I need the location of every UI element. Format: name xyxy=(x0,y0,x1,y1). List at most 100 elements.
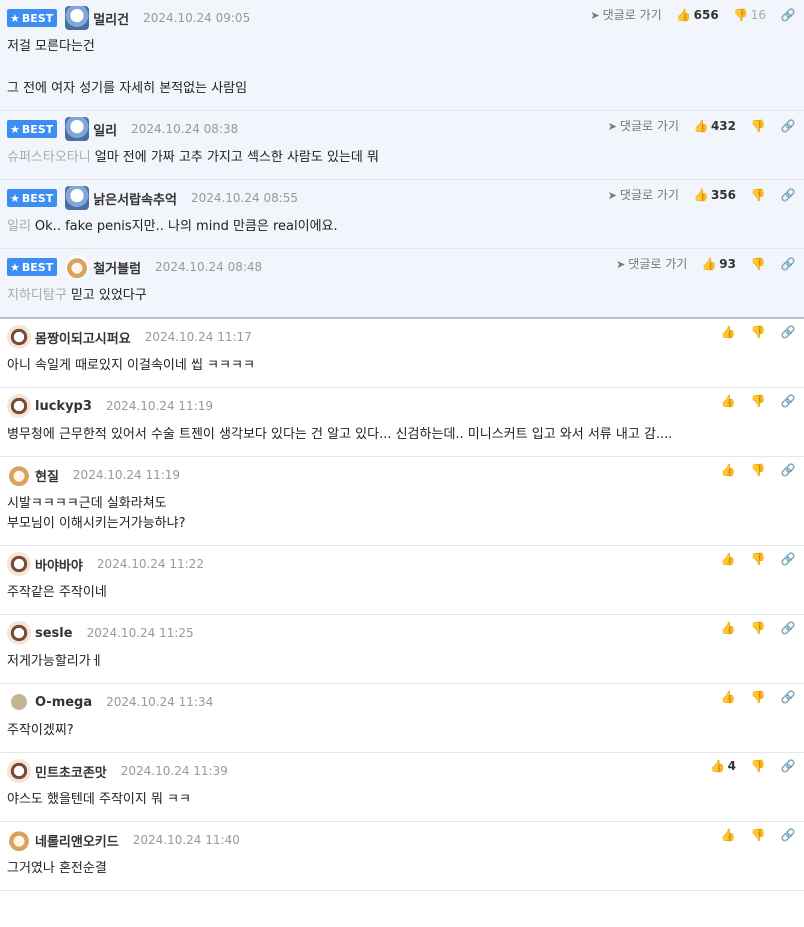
avatar[interactable] xyxy=(65,186,90,210)
thumbs-up-icon[interactable]: 👍 xyxy=(720,621,736,635)
nickname[interactable]: luckyp3 xyxy=(35,399,92,414)
link-icon[interactable]: 🔗 xyxy=(780,8,796,22)
thumbs-down-icon[interactable]: 👎 xyxy=(750,188,766,202)
reply-target[interactable]: 슈퍼스타오타니 xyxy=(7,150,91,165)
upvote-count: 4 xyxy=(727,759,736,773)
star-icon: ★ xyxy=(10,11,20,25)
link-icon[interactable]: 🔗 xyxy=(780,552,796,566)
comment-header: 바야바야 2024.10.24 11:22 xyxy=(7,552,796,576)
thumbs-up-icon[interactable]: 👍 xyxy=(701,257,717,271)
thumbs-up-icon[interactable]: 👍 xyxy=(693,188,709,202)
comment-body: 일리 Ok.. fake penis지만.. 나의 mind 만큼은 real이에… xyxy=(7,209,796,248)
avatar[interactable] xyxy=(7,759,31,783)
link-icon[interactable]: 🔗 xyxy=(780,119,796,133)
thumbs-down-icon[interactable]: 👎 xyxy=(750,463,766,477)
thumbs-up-icon[interactable]: 👍 xyxy=(720,690,736,704)
nickname[interactable]: 일리 xyxy=(93,120,117,139)
thumbs-down-icon[interactable]: 👎 xyxy=(750,257,766,271)
avatar[interactable] xyxy=(7,621,31,645)
comment-tools: 👍 👎 🔗 xyxy=(720,621,796,635)
nickname[interactable]: 현질 xyxy=(35,466,59,485)
nickname[interactable]: 멀리건 xyxy=(93,9,129,28)
nickname[interactable]: 철거블럼 xyxy=(93,258,141,277)
thumbs-up-icon[interactable]: 👍 xyxy=(720,552,736,566)
comment-tools: 👍 👎 🔗 xyxy=(720,828,796,842)
goto-comment-link[interactable]: ➤ 댓글로 가기 xyxy=(608,117,679,134)
thumbs-up-icon[interactable]: 👍 xyxy=(676,8,692,22)
comment: 현질 2024.10.24 11:19 👍 👎 🔗 시발ㅋㅋㅋㅋ근데 실화라쳐도 부모님이 … xyxy=(0,457,804,546)
thumbs-up-icon[interactable]: 👍 xyxy=(720,463,736,477)
thumbs-down-icon[interactable]: 👎 xyxy=(750,394,766,408)
link-icon[interactable]: 🔗 xyxy=(780,621,796,635)
comment-body: 시발ㅋㅋㅋㅋ근데 실화라쳐도 부모님이 이해시키는거가능하냐? xyxy=(7,486,796,545)
comment: sesle 2024.10.24 11:25 👍 👎 🔗 저게가능할리가ㅔ xyxy=(0,615,804,684)
avatar[interactable] xyxy=(7,394,31,418)
comment-text: 병무청에 근무한적 있어서 수술 트젠이 생각보다 있다는 건 알고 있다...… xyxy=(7,427,673,442)
nickname[interactable]: 네롤리앤오키드 xyxy=(35,831,119,850)
comment-tools: 👍 👎 🔗 xyxy=(720,463,796,477)
goto-comment-link[interactable]: ➤ 댓글로 가기 xyxy=(616,255,687,272)
comment-body: 야스도 했을텐데 주작이지 뭐 ㅋㅋ xyxy=(7,782,796,821)
comment-tools: ➤ 댓글로 가기 👍 356 👎 🔗 xyxy=(608,186,796,203)
link-icon[interactable]: 🔗 xyxy=(780,690,796,704)
goto-comment-link[interactable]: ➤ 댓글로 가기 xyxy=(590,6,661,23)
best-comment: ★ BEST 철거블럼 2024.10.24 08:48 ➤ 댓글로 가기 👍 93 👎 🔗 지하디… xyxy=(0,249,804,319)
thumbs-down-icon[interactable]: 👎 xyxy=(733,8,749,22)
thumbs-down-icon[interactable]: 👎 xyxy=(750,621,766,635)
comment-date: 2024.10.24 11:22 xyxy=(96,557,204,571)
comment-date: 2024.10.24 08:55 xyxy=(190,191,299,205)
link-icon[interactable]: 🔗 xyxy=(780,325,796,339)
comment: 몸짱이되고시퍼요 2024.10.24 11:17 👍 👎 🔗 아니 속일게 때로있지 이… xyxy=(0,319,804,388)
avatar[interactable] xyxy=(65,6,90,30)
comment-tools: 👍 👎 🔗 xyxy=(720,552,796,566)
nickname[interactable]: 낡은서랍속추억 xyxy=(93,189,177,208)
link-icon[interactable]: 🔗 xyxy=(780,257,796,271)
thumbs-down-icon[interactable]: 👎 xyxy=(750,759,766,773)
comment-date: 2024.10.24 11:39 xyxy=(120,764,228,778)
comment-body: 주작같은 주작이네 xyxy=(7,575,796,614)
thumbs-down-icon[interactable]: 👎 xyxy=(750,552,766,566)
best-comment: ★ BEST 낡은서랍속추억 2024.10.24 08:55 ➤ 댓글로 가기 👍 356 👎… xyxy=(0,180,804,249)
reply-target[interactable]: 일리 xyxy=(7,219,31,234)
comment-tools: ➤ 댓글로 가기 👍 93 👎 🔗 xyxy=(616,255,796,272)
thumbs-down-icon[interactable]: 👎 xyxy=(750,325,766,339)
thumbs-down-icon[interactable]: 👎 xyxy=(750,119,766,133)
avatar[interactable] xyxy=(7,552,31,576)
comment-tools: 👍 👎 🔗 xyxy=(720,690,796,704)
star-icon: ★ xyxy=(10,122,20,136)
link-icon[interactable]: 🔗 xyxy=(780,188,796,202)
avatar[interactable] xyxy=(65,255,90,279)
reply-target[interactable]: 지하디탐구 xyxy=(7,288,67,303)
thumbs-up-icon[interactable]: 👍 xyxy=(693,119,709,133)
comment-body: 주작이겠찌? xyxy=(7,713,796,752)
comment-text: Ok.. fake penis지만.. 나의 mind 만큼은 real이에요. xyxy=(34,219,338,234)
thumbs-up-icon[interactable]: 👍 xyxy=(720,394,736,408)
link-icon[interactable]: 🔗 xyxy=(780,463,796,477)
nickname[interactable]: O-mega xyxy=(35,695,92,710)
link-icon[interactable]: 🔗 xyxy=(780,394,796,408)
avatar[interactable] xyxy=(11,694,27,710)
thumbs-down-icon[interactable]: 👎 xyxy=(750,690,766,704)
avatar[interactable] xyxy=(7,325,31,349)
nickname[interactable]: 몸짱이되고시퍼요 xyxy=(35,328,131,347)
thumbs-up-icon[interactable]: 👍 xyxy=(710,759,726,773)
comment-date: 2024.10.24 11:34 xyxy=(106,695,214,709)
nickname[interactable]: sesle xyxy=(35,626,73,641)
link-icon[interactable]: 🔗 xyxy=(780,759,796,773)
comment-text: 얼마 전에 가짜 고추 가지고 섹스한 사람도 있는데 뭐 xyxy=(94,150,379,165)
thumbs-down-icon[interactable]: 👎 xyxy=(750,828,766,842)
comment-list: ★ BEST 멀리건 2024.10.24 09:05 ➤ 댓글로 가기 👍 656 👎 16 🔗 저… xyxy=(0,0,804,891)
avatar[interactable] xyxy=(7,828,31,852)
avatar[interactable] xyxy=(7,463,31,487)
comment-text: 그 전에 여자 성기를 자세히 본적없는 사람임 xyxy=(7,81,248,96)
comment-body: 아니 속일게 때로있지 이걸속이네 씹 ㅋㅋㅋㅋ xyxy=(7,348,796,387)
nickname[interactable]: 바야바야 xyxy=(35,555,83,574)
goto-comment-link[interactable]: ➤ 댓글로 가기 xyxy=(608,186,679,203)
nickname[interactable]: 민트초코존맛 xyxy=(35,762,107,781)
star-icon: ★ xyxy=(10,260,20,274)
thumbs-up-icon[interactable]: 👍 xyxy=(720,828,736,842)
avatar[interactable] xyxy=(65,117,90,141)
comment-tools: ➤ 댓글로 가기 👍 432 👎 🔗 xyxy=(608,117,796,134)
link-icon[interactable]: 🔗 xyxy=(780,828,796,842)
thumbs-up-icon[interactable]: 👍 xyxy=(720,325,736,339)
